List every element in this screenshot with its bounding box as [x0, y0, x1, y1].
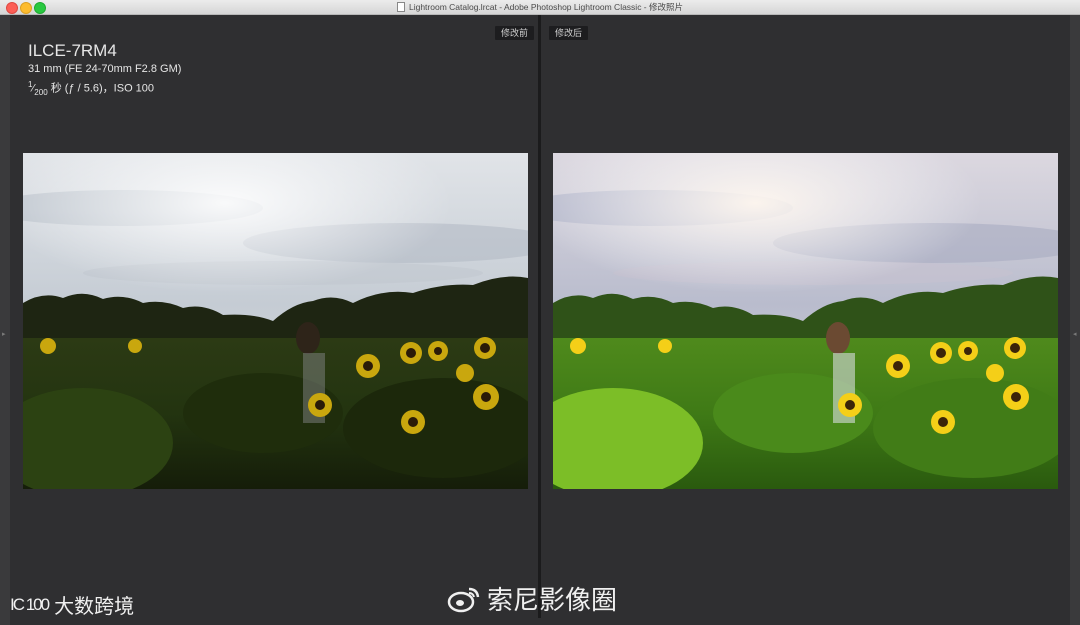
document-icon	[396, 2, 405, 12]
shutter-numerator: 1	[28, 80, 33, 89]
before-label: 修改前	[495, 26, 535, 40]
right-panel-collapsed[interactable]: ◂	[1070, 15, 1080, 625]
lens-info: 31 mm (FE 24-70mm F2.8 GM)	[28, 63, 182, 75]
after-label: 修改后	[549, 26, 589, 40]
expand-left-panel-icon[interactable]: ▸	[2, 330, 6, 338]
camera-model: ILCE-7RM4	[28, 41, 117, 60]
after-photo[interactable]	[553, 153, 1058, 489]
compare-divider	[538, 15, 541, 618]
window-title: Lightroom Catalog.lrcat - Adobe Photosho…	[408, 2, 683, 12]
photo-info-overlay: ILCE-7RM4 31 mm (FE 24-70mm F2.8 GM) 1⁄2…	[28, 41, 181, 100]
left-panel-collapsed[interactable]: ▸	[0, 15, 10, 625]
window-titlebar: Lightroom Catalog.lrcat - Adobe Photosho…	[0, 0, 1080, 15]
before-photo[interactable]	[23, 153, 528, 489]
watermark-left: IC 100 大数跨境	[10, 590, 134, 619]
watermark-left-text: 大数跨境	[54, 596, 135, 618]
exposure-info: 1⁄200 秒 (ƒ / 5.6)，ISO 100	[28, 80, 155, 97]
expand-right-panel-icon[interactable]: ◂	[1073, 330, 1077, 338]
weibo-icon	[447, 587, 480, 612]
window-title-wrap: Lightroom Catalog.lrcat - Adobe Photosho…	[0, 0, 1080, 14]
watermark-right: 索尼影像圈	[447, 580, 617, 617]
shutter-denominator: 200	[34, 87, 48, 97]
exposure-details: 秒 (ƒ / 5.6)，ISO 100	[50, 82, 155, 95]
watermark-right-text: 索尼影像圈	[487, 585, 618, 615]
watermark-left-logo: IC 100	[10, 594, 50, 614]
